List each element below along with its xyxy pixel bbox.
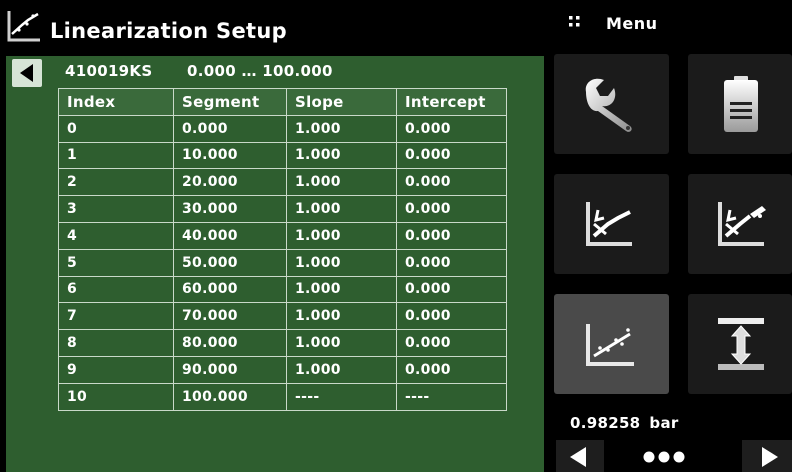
segment-cell: 30.000 <box>173 195 287 223</box>
linearization-points-icon <box>586 324 634 366</box>
column-header-index: Index <box>58 88 174 116</box>
linearization-panel: 410019KS 0.000 … 100.000 Index Segment S… <box>6 56 544 472</box>
table-row[interactable]: 2 20.000 1.000 0.000 <box>58 168 507 197</box>
index-cell: 5 <box>58 248 174 277</box>
intercept-cell: 0.000 <box>396 114 507 143</box>
menu-label: Menu <box>606 14 658 33</box>
intercept-cell: 0.000 <box>396 248 507 277</box>
intercept-cell: 0.000 <box>396 302 507 331</box>
slope-cell: 1.000 <box>286 168 397 197</box>
table-row[interactable]: 3 30.000 1.000 0.000 <box>58 195 507 223</box>
reading-unit: bar <box>649 414 679 432</box>
table-row[interactable]: 0 0.000 1.000 0.000 <box>58 114 507 143</box>
segment-cell: 70.000 <box>173 302 287 331</box>
table-header-row: Index Segment Slope Intercept <box>58 88 507 116</box>
index-cell: 7 <box>58 302 174 331</box>
intercept-cell: 0.000 <box>396 275 507 304</box>
previous-page-button[interactable] <box>556 440 604 472</box>
linearization-table: Index Segment Slope Intercept 0 0.000 1.00… <box>58 88 507 411</box>
segment-cell: 90.000 <box>173 355 287 384</box>
slope-cell: 1.000 <box>286 248 397 277</box>
slope-cell: 1.000 <box>286 114 397 143</box>
linearization-points-tile[interactable] <box>554 294 669 394</box>
index-cell: 2 <box>58 168 174 197</box>
table-row[interactable]: 4 40.000 1.000 0.000 <box>58 221 507 250</box>
span-icon <box>718 318 764 370</box>
index-cell: 0 <box>58 114 174 143</box>
index-cell: 4 <box>58 221 174 250</box>
linearization-chart-icon <box>6 8 42 44</box>
linearization-icon <box>586 202 632 246</box>
document-icon <box>724 76 758 132</box>
slope-cell: ---- <box>286 382 397 411</box>
wrench-icon <box>585 78 632 132</box>
intercept-cell: 0.000 <box>396 168 507 197</box>
intercept-cell: 0.000 <box>396 221 507 250</box>
back-arrow-icon <box>20 64 33 82</box>
intercept-cell: 0.000 <box>396 195 507 223</box>
table-row[interactable]: 6 60.000 1.000 0.000 <box>58 275 507 304</box>
intercept-cell: ---- <box>396 382 507 411</box>
table-row[interactable]: 5 50.000 1.000 0.000 <box>58 248 507 277</box>
slope-cell: 1.000 <box>286 221 397 250</box>
page-title: Linearization Setup <box>50 19 287 43</box>
index-cell: 8 <box>58 329 174 357</box>
segment-cell: 50.000 <box>173 248 287 277</box>
page-dots-icon <box>643 451 685 463</box>
next-page-button[interactable] <box>742 440 792 472</box>
index-cell: 3 <box>58 195 174 223</box>
table-row[interactable]: 7 70.000 1.000 0.000 <box>58 302 507 331</box>
left-arrow-icon <box>570 447 586 467</box>
right-arrow-icon <box>762 447 778 467</box>
linearization-edit-icon <box>718 202 766 246</box>
linearization-tile[interactable] <box>554 174 669 274</box>
table-row[interactable]: 10 100.000 ---- ---- <box>58 382 507 411</box>
index-cell: 1 <box>58 141 174 170</box>
menu-header[interactable]: Menu <box>564 0 792 54</box>
index-cell: 10 <box>58 382 174 411</box>
slope-cell: 1.000 <box>286 355 397 384</box>
column-header-slope: Slope <box>286 88 397 116</box>
table-row[interactable]: 9 90.000 1.000 0.000 <box>58 355 507 384</box>
slope-cell: 1.000 <box>286 141 397 170</box>
grip-dots-icon <box>569 16 580 27</box>
document-tile[interactable] <box>688 54 792 154</box>
slope-cell: 1.000 <box>286 275 397 304</box>
back-button[interactable] <box>12 59 42 87</box>
settings-tile[interactable] <box>554 54 669 154</box>
pressure-reading: 0.98258 bar <box>570 414 679 432</box>
table-row[interactable]: 8 80.000 1.000 0.000 <box>58 329 507 357</box>
segment-cell: 100.000 <box>173 382 287 411</box>
span-tile[interactable] <box>688 294 792 394</box>
slope-cell: 1.000 <box>286 329 397 357</box>
segment-cell: 20.000 <box>173 168 287 197</box>
segment-cell: 10.000 <box>173 141 287 170</box>
segment-cell: 60.000 <box>173 275 287 304</box>
segment-cell: 80.000 <box>173 329 287 357</box>
linearization-edit-tile[interactable] <box>688 174 792 274</box>
column-header-segment: Segment <box>173 88 287 116</box>
slope-cell: 1.000 <box>286 302 397 331</box>
index-cell: 9 <box>58 355 174 384</box>
intercept-cell: 0.000 <box>396 329 507 357</box>
sensor-range: 0.000 … 100.000 <box>187 62 333 80</box>
table-row[interactable]: 1 10.000 1.000 0.000 <box>58 141 507 170</box>
sensor-id: 410019KS <box>65 62 153 80</box>
segment-cell: 40.000 <box>173 221 287 250</box>
segment-cell: 0.000 <box>173 114 287 143</box>
intercept-cell: 0.000 <box>396 141 507 170</box>
reading-value: 0.98258 <box>570 414 641 432</box>
intercept-cell: 0.000 <box>396 355 507 384</box>
column-header-intercept: Intercept <box>396 88 507 116</box>
index-cell: 6 <box>58 275 174 304</box>
title-bar: Linearization Setup <box>0 0 548 54</box>
slope-cell: 1.000 <box>286 195 397 223</box>
